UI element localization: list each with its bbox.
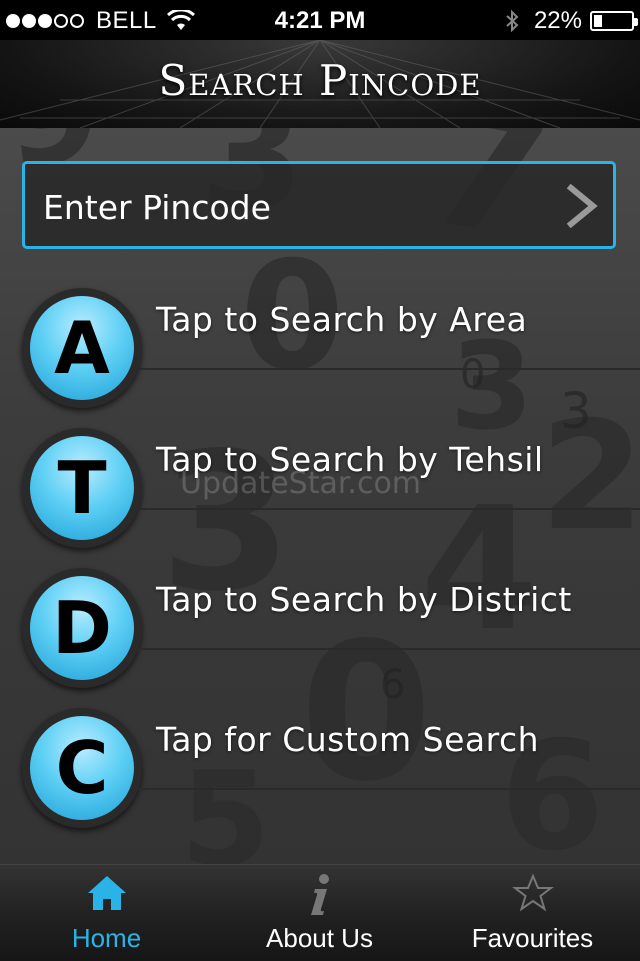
info-icon (310, 874, 329, 915)
tehsil-badge: T (22, 428, 142, 548)
search-by-area-option[interactable]: A Tap to Search by Area (0, 288, 640, 408)
tab-home[interactable]: Home (0, 865, 213, 961)
search-by-district-label: Tap to Search by District (156, 580, 572, 619)
tab-favourites-label: Favourites (471, 923, 594, 953)
tab-bar: Home About Us Favourites (0, 864, 640, 961)
star-icon (511, 873, 554, 912)
divider (138, 368, 640, 370)
district-badge-letter: D (52, 586, 112, 670)
divider (138, 648, 640, 650)
pincode-placeholder: Enter Pincode (43, 188, 271, 227)
area-badge-letter: A (54, 306, 110, 390)
search-by-area-label: Tap to Search by Area (156, 300, 528, 339)
tab-home-label: Home (71, 923, 142, 953)
tehsil-badge-letter: T (57, 446, 107, 530)
status-bar: BELL 4:21 PM 22% (0, 0, 640, 40)
tab-about-us[interactable]: About Us (213, 865, 426, 961)
page-title: Search Pincode (158, 56, 482, 105)
custom-badge: C (22, 708, 142, 828)
divider (138, 508, 640, 510)
main-content: 9 3 7 0 3 3 4 2 0 6 5 3 0 6 Enter Pincod… (0, 128, 640, 864)
district-badge: D (22, 568, 142, 688)
home-icon (87, 876, 126, 910)
custom-search-label: Tap for Custom Search (156, 720, 540, 759)
tab-favourites[interactable]: Favourites (426, 865, 639, 961)
header-bar: Search Pincode (0, 40, 640, 128)
battery-icon (590, 11, 638, 31)
area-badge: A (22, 288, 142, 408)
custom-search-option[interactable]: C Tap for Custom Search (0, 708, 640, 828)
battery-percent: 22% (533, 7, 582, 34)
bluetooth-icon (506, 9, 519, 33)
divider (138, 788, 640, 790)
pincode-field[interactable]: Enter Pincode (22, 161, 616, 249)
chevron-right-icon[interactable] (565, 184, 599, 228)
custom-badge-letter: C (55, 726, 109, 810)
watermark: UpdateStar.com (180, 466, 422, 501)
tab-about-us-label: About Us (266, 923, 373, 953)
search-by-district-option[interactable]: D Tap to Search by District (0, 568, 640, 688)
